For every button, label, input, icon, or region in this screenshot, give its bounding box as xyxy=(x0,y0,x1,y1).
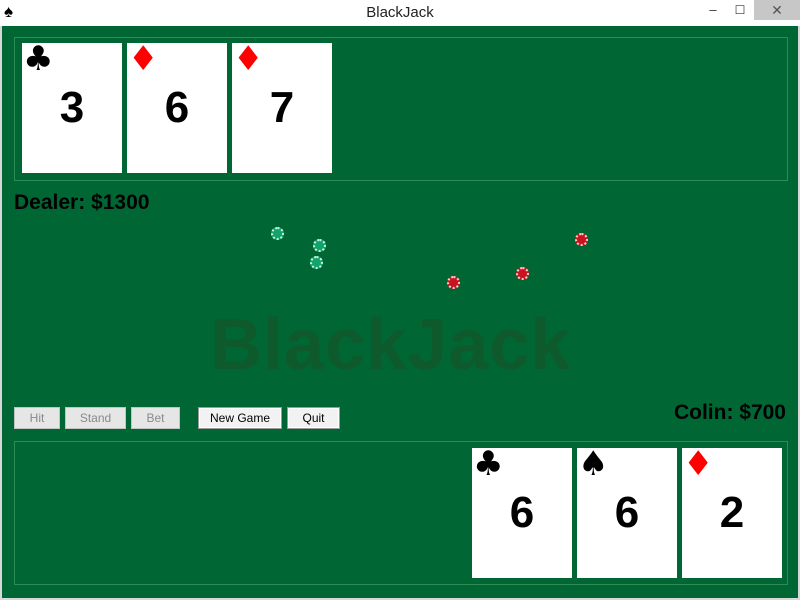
dealer-hand-area: ♣ 3 ♦ 6 ♦ 7 xyxy=(14,37,788,181)
player-card: ♣ 6 xyxy=(472,444,572,578)
stand-button[interactable]: Stand xyxy=(65,407,126,429)
title-bar[interactable]: ♠ BlackJack – ☐ ✕ xyxy=(0,0,800,26)
red-chip xyxy=(447,276,460,289)
dealer-card: ♦ 6 xyxy=(127,39,227,173)
clubs-icon: ♣ xyxy=(23,39,54,79)
diamonds-icon: ♦ xyxy=(128,39,159,79)
player-card: ♦ 2 xyxy=(682,444,782,578)
maximize-icon: ☐ xyxy=(734,3,746,17)
red-chip xyxy=(575,233,588,246)
game-table: ♣ 3 ♦ 6 ♦ 7 Dealer: $1300 BlackJack Hit … xyxy=(0,26,800,600)
blackjack-watermark: BlackJack xyxy=(210,305,572,385)
window-title: BlackJack xyxy=(366,4,434,21)
dealer-bankroll-label: Dealer: $1300 xyxy=(14,191,150,214)
spades-icon: ♠ xyxy=(578,444,609,484)
player-card: ♠ 6 xyxy=(577,444,677,578)
green-chip xyxy=(310,256,323,269)
card-rank: 2 xyxy=(719,488,745,537)
red-chip xyxy=(516,267,529,280)
card-rank: 7 xyxy=(269,83,295,132)
card-rank: 6 xyxy=(614,488,640,537)
green-chip xyxy=(271,227,284,240)
player-bankroll-label: Colin: $700 xyxy=(673,401,786,424)
bet-button[interactable]: Bet xyxy=(131,407,180,429)
clubs-icon: ♣ xyxy=(473,444,504,484)
quit-button[interactable]: Quit xyxy=(287,407,340,429)
minimize-button[interactable]: – xyxy=(700,0,726,20)
close-button[interactable]: ✕ xyxy=(754,0,800,20)
diamonds-icon: ♦ xyxy=(233,39,264,79)
new-game-button[interactable]: New Game xyxy=(198,407,282,429)
hit-button[interactable]: Hit xyxy=(14,407,60,429)
player-hand-area: ♣ 6 ♠ 6 ♦ 2 xyxy=(14,441,788,585)
close-icon: ✕ xyxy=(771,2,783,18)
card-rank: 6 xyxy=(164,83,190,132)
dealer-card: ♣ 3 xyxy=(22,39,122,173)
green-chip xyxy=(313,239,326,252)
card-rank: 3 xyxy=(59,83,85,132)
card-rank: 6 xyxy=(509,488,535,537)
diamonds-icon: ♦ xyxy=(683,444,714,484)
dealer-card: ♦ 7 xyxy=(232,39,332,173)
maximize-button[interactable]: ☐ xyxy=(727,0,753,20)
minimize-icon: – xyxy=(709,2,717,17)
blackjack-window: ♠ BlackJack – ☐ ✕ ♣ 3 ♦ 6 ♦ 7 Dealer: $1… xyxy=(0,0,800,600)
